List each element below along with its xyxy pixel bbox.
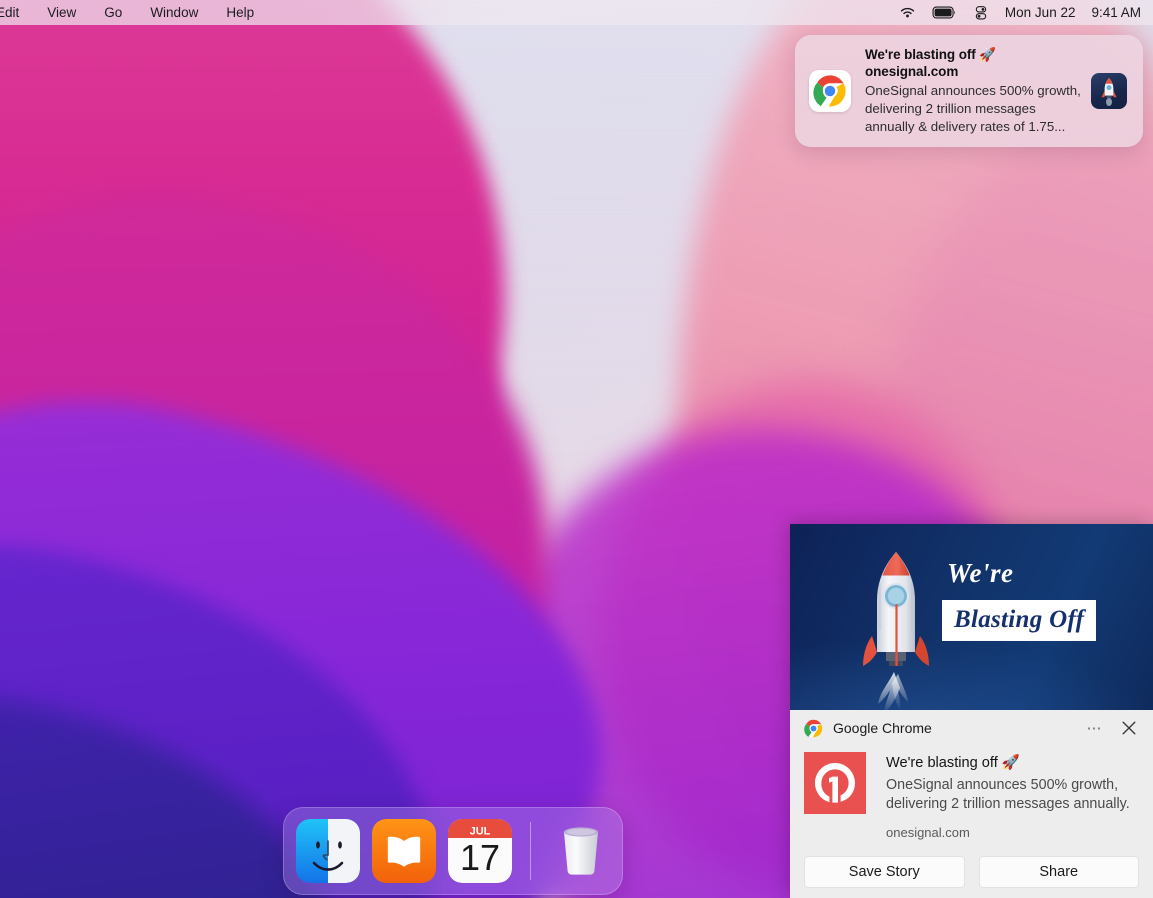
more-options-icon[interactable]: ⋯ (1079, 719, 1112, 738)
menu-bar: Edit View Go Window Help Mon Jun 22 9:41… (0, 0, 1153, 25)
hero-emphasis-text: Blasting Off (954, 606, 1085, 633)
hero-headline: We're (947, 558, 1014, 588)
toast-actions: Save Story Share (790, 840, 1153, 888)
mac-notification-banner[interactable]: We're blasting off 🚀 onesignal.com OneSi… (795, 35, 1143, 147)
toast-description: OneSignal announces 500% growth, deliver… (886, 776, 1130, 813)
toast-body: We're blasting off 🚀 OneSignal announces… (790, 746, 1153, 840)
menu-bar-time[interactable]: 9:41 AM (1091, 5, 1141, 20)
mac-notification-title-line2: onesignal.com (865, 64, 959, 80)
calendar-month: JUL (470, 826, 491, 838)
toast-copy: We're blasting off 🚀 OneSignal announces… (886, 752, 1139, 840)
mac-notification-title-line1: We're blasting off 🚀 (865, 46, 997, 62)
onesignal-logo-icon (804, 752, 866, 814)
mac-notification-text: We're blasting off 🚀 onesignal.com OneSi… (851, 46, 1091, 137)
rocket-thumbnail-icon (1091, 73, 1127, 109)
desktop-screen: Edit View Go Window Help Mon Jun 22 9:41… (0, 0, 1153, 898)
toast-title: We're blasting off 🚀 (886, 755, 1020, 771)
hero-emphasis-box: Blasting Off (942, 600, 1097, 641)
battery-icon[interactable] (932, 6, 957, 19)
google-chrome-icon (804, 719, 823, 738)
dock-item-books[interactable] (372, 819, 436, 883)
dock-item-finder[interactable] (296, 819, 360, 883)
menu-bar-date[interactable]: Mon Jun 22 (1005, 5, 1076, 20)
menu-help[interactable]: Help (212, 5, 268, 20)
mac-notification-body: OneSignal announces 500% growth, deliver… (865, 83, 1081, 135)
toast-app-name: Google Chrome (833, 720, 932, 736)
google-chrome-icon (809, 70, 851, 112)
menu-edit[interactable]: Edit (0, 5, 33, 20)
menu-view[interactable]: View (33, 5, 90, 20)
save-story-button[interactable]: Save Story (804, 855, 965, 888)
calendar-day: 17 (460, 837, 500, 878)
toast-url: onesignal.com (886, 824, 970, 840)
toast-header: Google Chrome ⋯ (790, 710, 1153, 746)
dock: JUL 17 (283, 807, 623, 895)
dock-item-trash[interactable] (549, 819, 613, 883)
share-button[interactable]: Share (978, 855, 1139, 888)
dock-separator (530, 822, 531, 880)
rocket-illustration (863, 552, 929, 710)
control-center-icon[interactable] (973, 5, 989, 20)
menu-window[interactable]: Window (136, 5, 212, 20)
menu-go[interactable]: Go (90, 5, 136, 20)
close-icon[interactable] (1115, 715, 1143, 741)
windows-notification-toast[interactable]: We're Blasting Off Google Chrome ⋯ We're… (790, 524, 1153, 898)
wifi-icon[interactable] (899, 6, 916, 19)
dock-item-calendar[interactable]: JUL 17 (448, 819, 512, 883)
notification-hero-image: We're Blasting Off (790, 524, 1153, 710)
